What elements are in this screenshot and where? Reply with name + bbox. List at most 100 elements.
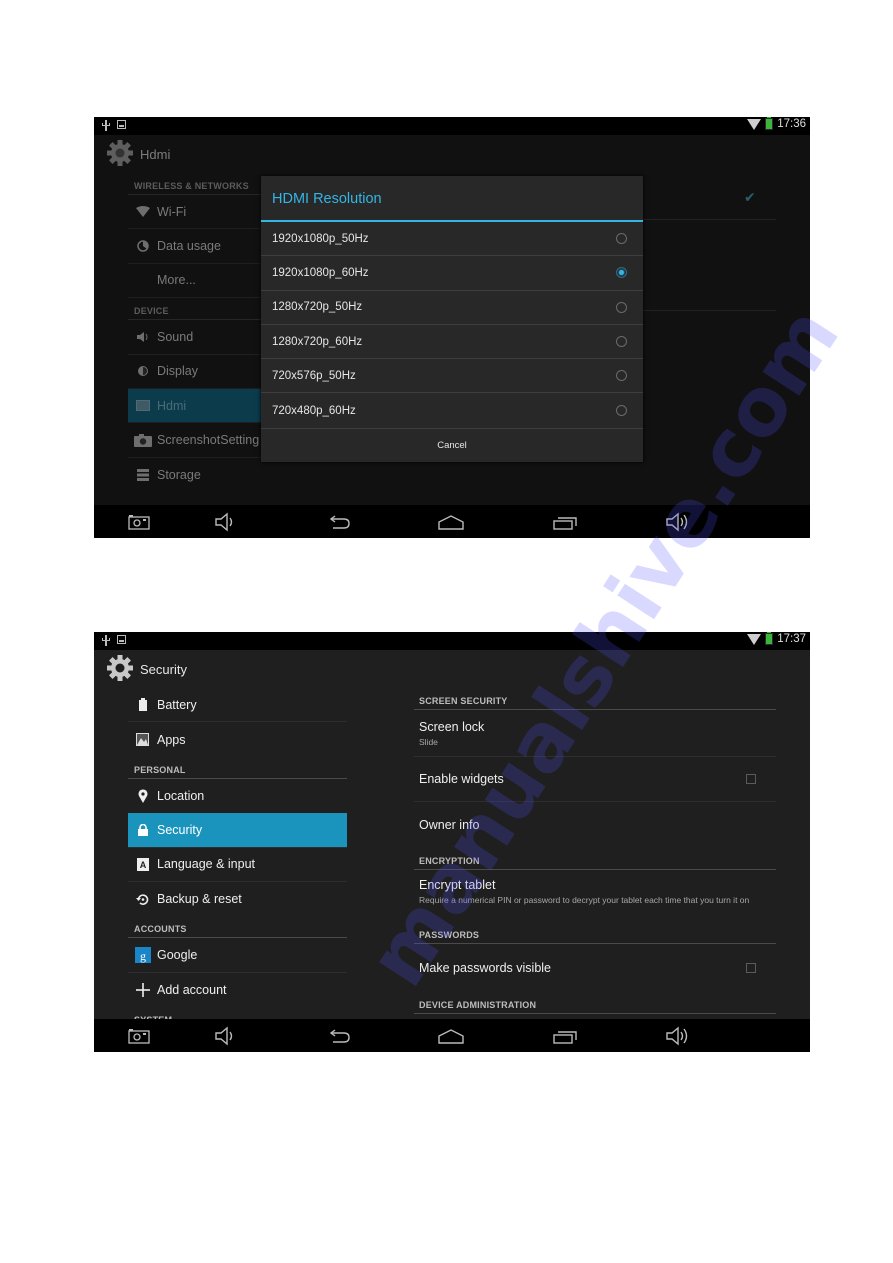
battery-icon: [138, 698, 147, 712]
sidebar-item-location[interactable]: Location: [128, 779, 347, 813]
lock-icon: [137, 823, 148, 836]
settings-gear-icon[interactable]: [106, 654, 134, 682]
section-header-passwords: PASSWORDS: [414, 922, 776, 944]
resolution-option[interactable]: 720x480p_60Hz: [261, 393, 643, 427]
section-header-accounts: ACCOUNTS: [128, 916, 347, 939]
screen-lock-preference[interactable]: Screen lock Slide: [414, 710, 776, 757]
sidebar-item-label: Data usage: [157, 239, 221, 254]
action-bar: Security: [94, 650, 810, 688]
wifi-signal-icon: [747, 118, 762, 130]
sound-icon: [136, 331, 147, 342]
volume-down-icon[interactable]: [213, 512, 239, 532]
option-label: 1920x1080p_60Hz: [272, 266, 369, 279]
recent-apps-icon[interactable]: [552, 1026, 578, 1046]
screenshot-notification-icon: [117, 120, 126, 129]
resolution-option[interactable]: 720x576p_50Hz: [261, 359, 643, 394]
pref-title: Enable widgets: [419, 772, 504, 786]
sidebar-item-label: ScreenshotSetting: [157, 433, 260, 448]
sidebar-item-google[interactable]: g Google: [128, 938, 347, 973]
home-icon[interactable]: [438, 512, 464, 532]
radio-button[interactable]: [616, 370, 627, 382]
pref-summary: Slide: [419, 736, 438, 747]
sidebar-item-label: Location: [157, 788, 205, 803]
resolution-option[interactable]: 1280x720p_60Hz: [261, 325, 643, 360]
hdmi-enable-checkbox[interactable]: ✔: [744, 189, 756, 206]
pref-title: Make passwords visible: [419, 961, 551, 975]
sidebar-item-label: Language & input: [157, 857, 256, 872]
section-header-device-administration: DEVICE ADMINISTRATION: [414, 992, 776, 1014]
option-label: 1280x720p_60Hz: [272, 335, 363, 348]
volume-down-icon[interactable]: [213, 1026, 239, 1046]
resolution-option[interactable]: 1920x1080p_60Hz: [261, 256, 643, 291]
settings-gear-icon[interactable]: [106, 139, 134, 167]
sidebar-item-security[interactable]: Security: [128, 813, 347, 848]
owner-info-preference[interactable]: Owner info: [414, 802, 776, 848]
status-bar: 17:36: [94, 117, 810, 135]
section-header-personal: PERSONAL: [128, 757, 347, 779]
usb-icon: [102, 120, 110, 131]
enable-widgets-preference[interactable]: Enable widgets: [414, 757, 776, 802]
option-label: 720x480p_60Hz: [272, 404, 356, 417]
sidebar-item-label: Sound: [157, 329, 194, 344]
back-icon[interactable]: [326, 512, 352, 532]
camera-icon: [133, 433, 152, 447]
option-label: 720x576p_50Hz: [272, 369, 356, 382]
sidebar-item-label: Backup & reset: [157, 892, 242, 907]
volume-up-icon[interactable]: [665, 512, 691, 532]
resolution-option[interactable]: 1280x720p_50Hz: [261, 291, 643, 325]
radio-button[interactable]: [616, 233, 627, 245]
section-header-encryption: ENCRYPTION: [414, 848, 776, 870]
pref-title: Owner info: [419, 818, 480, 832]
radio-button-selected[interactable]: [616, 267, 627, 279]
hdmi-icon: [135, 400, 150, 412]
volume-up-icon[interactable]: [665, 1026, 691, 1046]
settings-sidebar: Battery Apps PERSONAL Location Security …: [128, 688, 347, 1029]
svg-text:g: g: [140, 949, 146, 963]
recent-apps-icon[interactable]: [552, 512, 578, 532]
page-title: Hdmi: [140, 147, 171, 162]
divider: [642, 310, 776, 311]
status-bar: 17:37: [94, 632, 810, 650]
navigation-bar: [94, 505, 810, 538]
enable-widgets-checkbox[interactable]: [746, 774, 756, 784]
sidebar-item-label: Apps: [157, 732, 186, 747]
svg-text:A: A: [139, 860, 146, 870]
home-icon[interactable]: [438, 1026, 464, 1046]
make-passwords-visible-checkbox[interactable]: [746, 963, 756, 973]
divider: [642, 219, 776, 220]
dialog-title: HDMI Resolution: [261, 176, 643, 222]
cancel-button[interactable]: Cancel: [261, 427, 643, 462]
radio-button[interactable]: [616, 405, 627, 417]
page-title: Security: [140, 662, 187, 677]
status-time: 17:36: [777, 118, 806, 130]
action-bar: Hdmi: [94, 135, 810, 173]
sidebar-item-backup-reset[interactable]: Backup & reset: [128, 882, 347, 916]
sidebar-item-language-input[interactable]: A Language & input: [128, 848, 347, 882]
wifi-signal-icon: [747, 633, 762, 645]
sidebar-item-label: Wi-Fi: [157, 204, 187, 219]
sidebar-item-apps[interactable]: Apps: [128, 722, 347, 756]
usb-icon: [102, 635, 110, 646]
back-icon[interactable]: [326, 1026, 352, 1046]
status-time: 17:37: [777, 633, 806, 645]
location-pin-icon: [138, 789, 147, 803]
backup-restore-icon: [136, 893, 149, 905]
make-passwords-visible-preference[interactable]: Make passwords visible: [414, 944, 776, 992]
sidebar-item-add-account[interactable]: Add account: [128, 973, 347, 1007]
hdmi-resolution-dialog: HDMI Resolution 1920x1080p_50Hz 1920x108…: [261, 176, 643, 462]
sidebar-item-label: Security: [157, 822, 203, 837]
pref-summary: Require a numerical PIN or password to d…: [419, 895, 750, 905]
storage-icon: [136, 468, 149, 481]
radio-button[interactable]: [616, 336, 627, 348]
screenshot-icon[interactable]: [127, 1026, 153, 1046]
radio-button[interactable]: [616, 301, 627, 313]
sidebar-item-label: Battery: [157, 697, 197, 712]
screenshot-icon[interactable]: [127, 512, 153, 532]
wifi-icon: [135, 206, 150, 218]
sidebar-item-storage[interactable]: Storage: [128, 458, 347, 492]
sidebar-item-battery[interactable]: Battery: [128, 688, 347, 723]
navigation-bar: [94, 1019, 810, 1052]
resolution-option[interactable]: 1920x1080p_50Hz: [261, 222, 643, 257]
security-detail-pane: SCREEN SECURITY Screen lock Slide Enable…: [414, 688, 776, 1014]
encrypt-tablet-preference[interactable]: Encrypt tablet Require a numerical PIN o…: [414, 870, 776, 922]
